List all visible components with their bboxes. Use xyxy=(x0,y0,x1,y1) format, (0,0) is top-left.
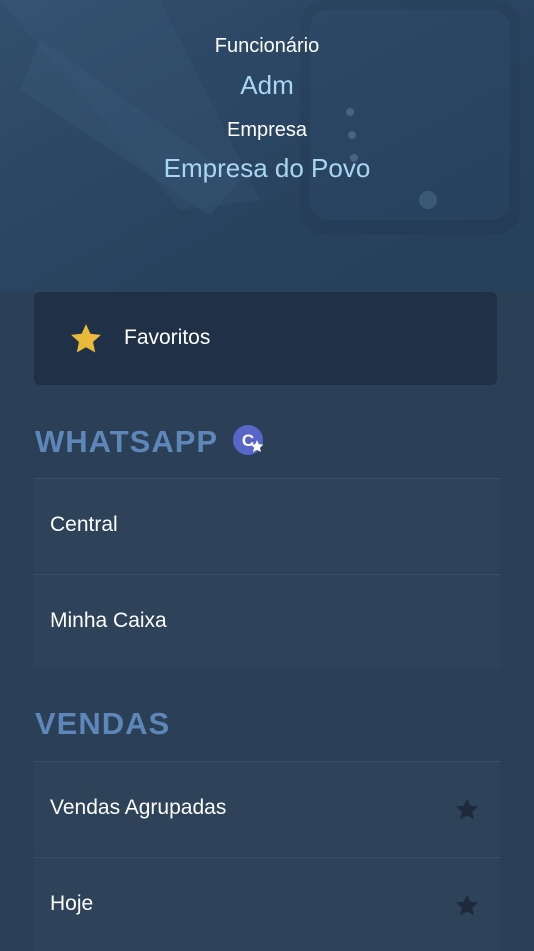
menu-item-central[interactable]: Central xyxy=(34,478,500,572)
menu-item-label: Vendas Agrupadas xyxy=(50,796,227,819)
company-label: Empresa xyxy=(226,119,308,141)
svg-text:C: C xyxy=(242,431,254,450)
menu-item-minha-caixa[interactable]: Minha Caixa xyxy=(34,574,500,668)
c-star-badge-icon: C xyxy=(233,425,264,455)
star-outline-icon[interactable] xyxy=(454,797,480,822)
menu-item-label: Hoje xyxy=(50,892,94,915)
profile-header: Funcionário Adm Empresa Empresa do Povo xyxy=(0,0,534,292)
section-title-vendas: VENDAS xyxy=(35,706,171,741)
section-title-whatsapp: WHATSAPP xyxy=(35,424,219,459)
star-icon xyxy=(71,324,101,353)
company-name: Empresa do Povo xyxy=(163,153,371,183)
menu-item-hoje[interactable]: Hoje xyxy=(34,857,500,951)
favorites-label: Favoritos xyxy=(124,326,211,349)
menu-item-vendas-agrupadas[interactable]: Vendas Agrupadas xyxy=(34,761,500,855)
menu-item-label: Central xyxy=(50,513,118,536)
menu-item-label: Minha Caixa xyxy=(50,609,167,632)
star-outline-icon[interactable] xyxy=(454,893,480,918)
employee-label: Funcionário xyxy=(214,35,320,57)
employee-name: Adm xyxy=(240,70,294,100)
